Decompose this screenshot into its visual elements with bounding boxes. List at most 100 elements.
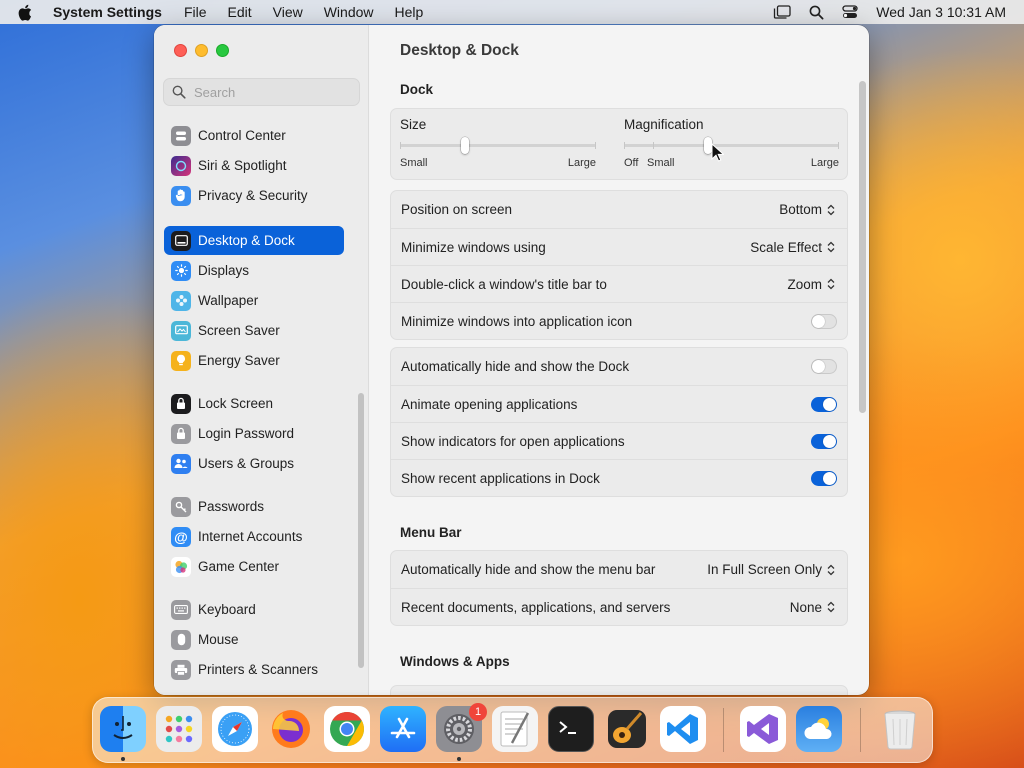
sidebar-item-label: Mouse	[198, 632, 239, 647]
size-slider-group: Size Small Large	[400, 117, 596, 169]
spotlight-search-icon[interactable]	[809, 5, 824, 20]
size-slider-tick	[400, 142, 401, 149]
sidebar-item-lock-screen[interactable]: Lock Screen	[164, 389, 344, 418]
dock-visual-studio[interactable]	[740, 706, 786, 752]
dock-app-store[interactable]	[380, 706, 426, 752]
show-indicators-row: Show indicators for open applications	[391, 422, 847, 459]
auto-hide-dock-toggle[interactable]	[811, 359, 837, 374]
dock-sliders-card: Size Small Large Magnification Off Small…	[390, 108, 848, 180]
position-on-screen-popup[interactable]: Bottom	[779, 202, 835, 217]
menu-window[interactable]: Window	[324, 4, 374, 20]
stage-manager-icon[interactable]	[773, 5, 791, 19]
menu-file[interactable]: File	[184, 4, 207, 20]
dock-terminal[interactable]	[548, 706, 594, 752]
recent-documents-row: Recent documents, applications, and serv…	[391, 588, 847, 625]
sidebar-item-mouse[interactable]: Mouse	[164, 625, 344, 654]
dock-finder[interactable]	[100, 706, 146, 752]
menu-help[interactable]: Help	[395, 4, 424, 20]
sidebar-item-label: Printers & Scanners	[198, 662, 319, 677]
hand-icon	[171, 185, 191, 206]
apple-icon[interactable]	[17, 0, 37, 24]
sidebar-search[interactable]	[163, 78, 360, 106]
sidebar-scrollbar[interactable]	[358, 393, 364, 668]
search-input[interactable]	[194, 84, 354, 100]
keyboard-icon	[171, 599, 191, 620]
chevron-up-down-icon	[827, 564, 835, 575]
size-min-label: Small	[400, 157, 428, 169]
screen-saver-icon	[171, 320, 191, 341]
sidebar-item-displays[interactable]: Displays	[164, 256, 344, 285]
row-label: Recent documents, applications, and serv…	[401, 599, 671, 615]
search-icon	[172, 85, 186, 99]
sidebar-item-privacy-security[interactable]: Privacy & Security	[164, 181, 344, 210]
firefox-icon	[272, 710, 310, 748]
dock-system-settings[interactable]: 1	[436, 703, 487, 752]
menu-edit[interactable]: Edit	[228, 4, 252, 20]
minimize-into-app-icon-toggle[interactable]	[811, 313, 837, 329]
zoom-window-button[interactable]	[216, 44, 229, 57]
minimize-into-app-icon-row: Minimize windows into application icon	[391, 302, 847, 339]
sidebar-item-screen-saver[interactable]: Screen Saver	[164, 316, 344, 345]
magnification-slider-tick	[838, 142, 839, 149]
sidebar-item-label: Passwords	[198, 499, 265, 514]
minimize-effect-popup[interactable]: Scale Effect	[750, 240, 835, 255]
auto-hide-menu-bar-popup[interactable]: In Full Screen Only	[707, 562, 835, 577]
dock-vscode[interactable]	[660, 706, 706, 752]
guitar-icon	[608, 710, 646, 748]
magnification-slider-tick	[653, 142, 654, 149]
sidebar-item-users-groups[interactable]: Users & Groups	[164, 449, 344, 478]
show-recent-apps-toggle[interactable]	[811, 470, 837, 486]
sidebar-item-desktop-dock[interactable]: Desktop & Dock	[164, 226, 344, 255]
dock-launchpad[interactable]	[156, 706, 202, 752]
dock-garageband[interactable]	[604, 706, 650, 752]
sidebar-item-label: Game Center	[198, 559, 280, 574]
row-label: Automatically hide and show the menu bar	[401, 562, 656, 577]
minimize-windows-using-row: Minimize windows using Scale Effect	[391, 228, 847, 265]
sidebar-item-login-password[interactable]: Login Password	[164, 419, 344, 448]
recent-documents-popup[interactable]: None	[790, 600, 835, 615]
dock-safari[interactable]	[212, 706, 258, 752]
size-label: Size	[400, 117, 427, 132]
system-settings-window: Control Center Siri & Spotlight Privacy …	[154, 25, 869, 695]
main-scrollbar[interactable]	[859, 81, 866, 413]
dock-trash[interactable]	[877, 706, 923, 752]
size-slider-track[interactable]	[400, 144, 596, 147]
sidebar-item-label: Control Center	[198, 128, 286, 143]
safari-compass-icon	[218, 712, 252, 746]
section-title-dock: Dock	[400, 82, 434, 97]
menu-clock[interactable]: Wed Jan 3 10:31 AM	[876, 4, 1006, 20]
dock-chrome[interactable]	[324, 706, 370, 752]
sidebar-item-energy-saver[interactable]: Energy Saver	[164, 346, 344, 375]
sidebar-item-game-center[interactable]: Game Center	[164, 552, 344, 581]
sidebar-item-control-center[interactable]: Control Center	[164, 121, 344, 150]
animate-opening-toggle[interactable]	[811, 396, 837, 412]
game-center-icon	[171, 556, 191, 577]
auto-hide-dock-row: Automatically hide and show the Dock	[391, 348, 847, 385]
dock-firefox[interactable]	[268, 706, 314, 752]
control-center-icon[interactable]	[842, 5, 858, 19]
sidebar-item-internet-accounts[interactable]: @ Internet Accounts	[164, 522, 344, 551]
minimize-window-button[interactable]	[195, 44, 208, 57]
sidebar-item-passwords[interactable]: Passwords	[164, 492, 344, 521]
magnification-slider-track[interactable]	[624, 144, 839, 147]
popup-value: None	[789, 599, 822, 615]
menu-view[interactable]: View	[273, 4, 303, 20]
size-slider-knob[interactable]	[460, 137, 469, 154]
sidebar-item-siri-spotlight[interactable]: Siri & Spotlight	[164, 151, 344, 180]
sidebar-item-label: Lock Screen	[198, 396, 274, 411]
sidebar-item-label: Wallpaper	[198, 293, 259, 308]
sidebar-item-printers-scanners[interactable]: Printers & Scanners	[164, 655, 344, 684]
dock-weather[interactable]	[796, 706, 842, 752]
close-window-button[interactable]	[174, 44, 187, 57]
mouse-icon	[171, 629, 191, 650]
menu-app-name[interactable]: System Settings	[53, 4, 162, 20]
sidebar-item-wallpaper[interactable]: Wallpaper	[164, 286, 344, 315]
row-label: Minimize windows into application icon	[401, 313, 633, 329]
double-click-action-popup[interactable]: Zoom	[787, 277, 835, 292]
dock-textedit[interactable]	[492, 706, 538, 752]
notification-badge: 1	[469, 703, 487, 721]
windows-apps-card	[390, 685, 848, 695]
show-indicators-toggle[interactable]	[811, 433, 837, 449]
sidebar-item-keyboard[interactable]: Keyboard	[164, 595, 344, 624]
popup-value: Scale Effect	[750, 239, 822, 255]
